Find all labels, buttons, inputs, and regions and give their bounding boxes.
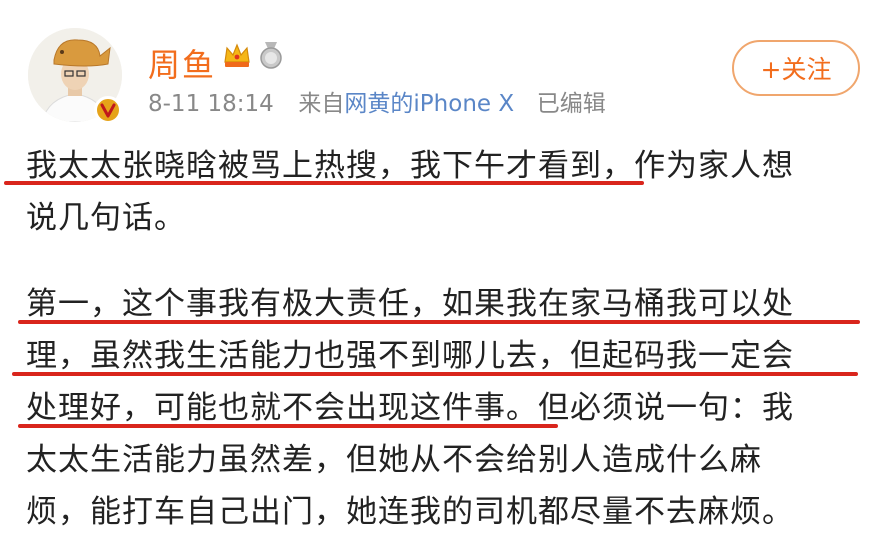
post-text: 太太生活能力虽然差，但她从不会给别人造成什么麻 xyxy=(26,442,762,478)
post-text: 烦，能打车自己出门，她连我的司机都尽量不去麻烦。 xyxy=(26,494,794,530)
post-line: 烦，能打车自己出门，她连我的司机都尽量不去麻烦。 xyxy=(26,486,876,538)
post-line: 处理好，可能也就不会出现这件事。但必须说一句：我 xyxy=(18,382,876,434)
post-meta: 8-11 18:14 来自网黄的iPhone X 已编辑 xyxy=(148,84,606,118)
post-source-prefix: 来自 xyxy=(298,91,345,117)
highlight-underline xyxy=(12,372,858,376)
follow-button[interactable]: +关注 xyxy=(732,40,860,96)
post-text: 理，虽然我生活能力也强不到哪儿去，但起码我一定会 xyxy=(26,338,794,374)
highlight-underline xyxy=(18,320,860,324)
user-name[interactable]: 周鱼 xyxy=(148,40,216,86)
post-timestamp: 8-11 18:14 xyxy=(148,91,274,117)
medal-icon xyxy=(260,42,282,69)
post-text: 我太太张晓晗被骂上热搜，我下午才看到，作为家人想 xyxy=(26,148,794,184)
post-header: 周鱼 8-11 18:14 来自网黄的iPhone X 已编辑 +关注 xyxy=(0,0,888,140)
edited-label[interactable]: 已编辑 xyxy=(537,91,606,117)
post-source-link[interactable]: 网黄的iPhone X xyxy=(344,91,514,117)
post-line: 说几句话。 xyxy=(26,192,876,244)
verified-badge-icon xyxy=(94,96,122,124)
post-line: 我太太张晓晗被骂上热搜，我下午才看到，作为家人想 xyxy=(4,140,876,192)
post-text: 处理好，可能也就不会出现这件事。但必须说一句：我 xyxy=(26,390,794,426)
post-line: 太太生活能力虽然差，但她从不会给别人造成什么麻 xyxy=(26,434,876,486)
post-body: 我太太张晓晗被骂上热搜，我下午才看到，作为家人想 说几句话。 第一，这个事我有极… xyxy=(4,140,876,538)
highlight-underline xyxy=(18,424,558,428)
crown-icon xyxy=(224,43,250,67)
post-text: 第一，这个事我有极大责任，如果我在家马桶我可以处 xyxy=(26,286,794,322)
highlight-underline xyxy=(4,181,644,185)
post-line: 理，虽然我生活能力也强不到哪儿去，但起码我一定会 xyxy=(12,330,876,382)
post-text: 说几句话。 xyxy=(26,200,186,236)
post-line: 第一，这个事我有极大责任，如果我在家马桶我可以处 xyxy=(18,278,876,330)
avatar[interactable] xyxy=(28,28,122,124)
